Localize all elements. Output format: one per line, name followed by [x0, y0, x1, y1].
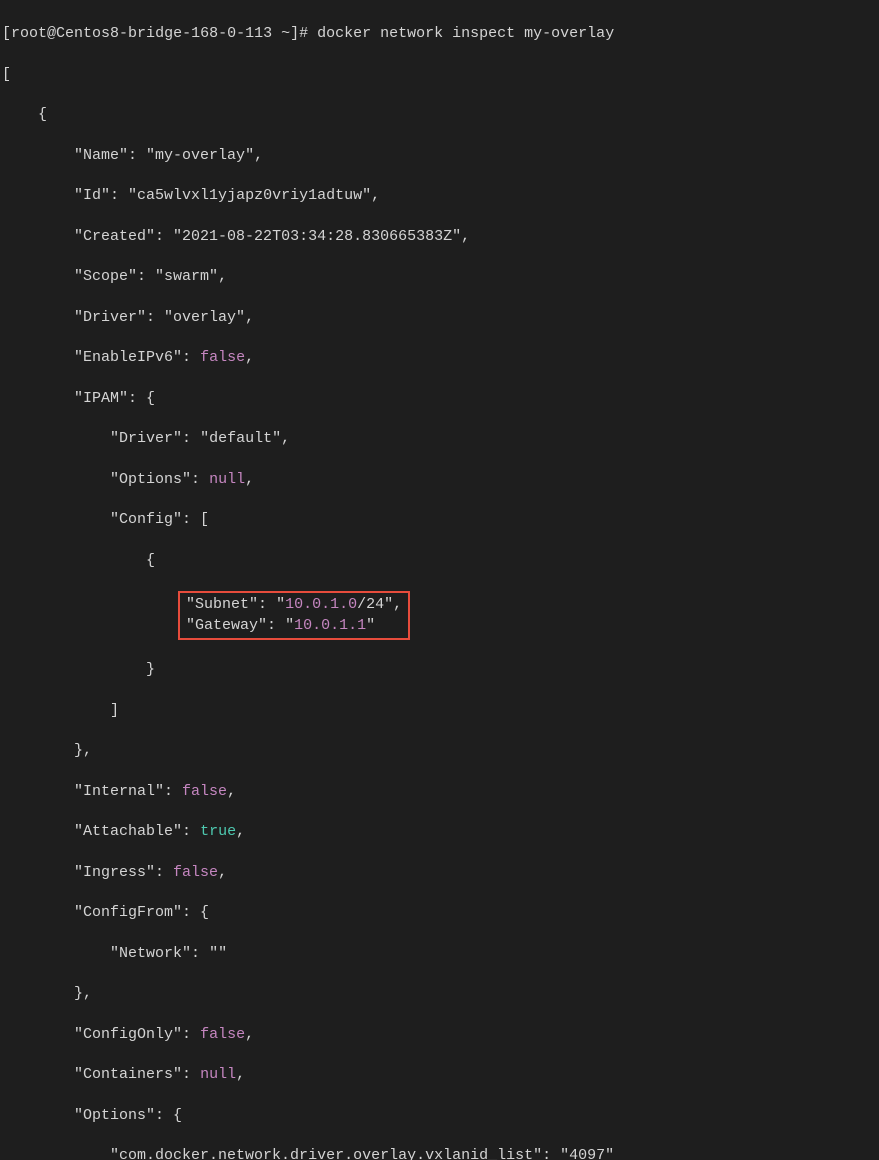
json-line: "Attachable": true,: [2, 822, 877, 842]
enableipv6-value: false: [200, 349, 245, 366]
subnet-key: "Subnet": [186, 596, 258, 613]
attachable-value: true: [200, 823, 236, 840]
json-line: "Scope": "swarm",: [2, 267, 877, 287]
ipam-options-value: null: [209, 471, 245, 488]
prompt-line: [root@Centos8-bridge-168-0-113 ~]# docke…: [2, 24, 877, 44]
scope-value: "swarm": [155, 268, 218, 285]
prompt-close-bracket: ]: [290, 25, 299, 42]
json-line: "IPAM": {: [2, 389, 877, 409]
json-line: ]: [2, 701, 877, 721]
json-line: "Options": null,: [2, 470, 877, 490]
json-line: "ConfigFrom": {: [2, 903, 877, 923]
containers-value: null: [200, 1066, 236, 1083]
gateway-key: "Gateway": [186, 617, 267, 634]
driver-value: "overlay": [164, 309, 245, 326]
json-line: "Driver": "overlay",: [2, 308, 877, 328]
json-line: },: [2, 984, 877, 1004]
json-line: },: [2, 741, 877, 761]
json-line: "ConfigOnly": false,: [2, 1025, 877, 1045]
containers-key: "Containers": [74, 1066, 182, 1083]
configfrom-key: "ConfigFrom": [74, 904, 182, 921]
id-key: "Id": [74, 187, 110, 204]
ipam-driver-value: "default": [200, 430, 281, 447]
json-line: "Containers": null,: [2, 1065, 877, 1085]
json-line: "Driver": "default",: [2, 429, 877, 449]
configonly-key: "ConfigOnly": [74, 1026, 182, 1043]
subnet-prefix: ": [276, 596, 285, 613]
prompt-symbol: #: [299, 25, 317, 42]
configfrom-network-value: "": [209, 945, 227, 962]
options-key: "Options": [74, 1107, 155, 1124]
attachable-key: "Attachable": [74, 823, 182, 840]
driver-key: "Driver": [74, 309, 146, 326]
gateway-prefix: ": [285, 617, 294, 634]
ipam-key: "IPAM": [74, 390, 128, 407]
ingress-value: false: [173, 864, 218, 881]
prompt-host: Centos8-bridge-168-0-113: [56, 25, 272, 42]
id-value: "ca5wlvxl1yjapz0vriy1adtuw": [128, 187, 371, 204]
configonly-value: false: [200, 1026, 245, 1043]
prompt-at: @: [47, 25, 56, 42]
prompt-open-bracket: [: [2, 25, 11, 42]
ingress-key: "Ingress": [74, 864, 155, 881]
ipam-config-key: "Config": [110, 511, 182, 528]
json-line: "Created": "2021-08-22T03:34:28.83066538…: [2, 227, 877, 247]
json-line: "Network": "": [2, 944, 877, 964]
enableipv6-key: "EnableIPv6": [74, 349, 182, 366]
json-line: "Options": {: [2, 1106, 877, 1126]
internal-key: "Internal": [74, 783, 164, 800]
configfrom-network-key: "Network": [110, 945, 191, 962]
internal-value: false: [182, 783, 227, 800]
json-line: {: [2, 105, 877, 125]
json-line: "Name": "my-overlay",: [2, 146, 877, 166]
json-line: "EnableIPv6": false,: [2, 348, 877, 368]
prompt-path: ~: [272, 25, 290, 42]
ipam-driver-key: "Driver": [110, 430, 182, 447]
vxlanid-value: "4097": [560, 1147, 614, 1160]
command-text: docker network inspect my-overlay: [317, 25, 614, 42]
json-line: [: [2, 65, 877, 85]
json-line: "Internal": false,: [2, 782, 877, 802]
prompt-user: root: [11, 25, 47, 42]
name-key: "Name": [74, 147, 128, 164]
name-value: "my-overlay": [146, 147, 254, 164]
created-key: "Created": [74, 228, 155, 245]
json-line: }: [2, 660, 877, 680]
subnet-gateway-highlight: "Subnet": "10.0.1.0/24", "Gateway": "10.…: [178, 591, 410, 640]
json-line: "com.docker.network.driver.overlay.vxlan…: [2, 1146, 877, 1160]
created-value: "2021-08-22T03:34:28.830665383Z": [173, 228, 461, 245]
json-line: "Config": [: [2, 510, 877, 530]
scope-key: "Scope": [74, 268, 137, 285]
subnet-cidr: /24": [357, 596, 393, 613]
ipam-options-key: "Options": [110, 471, 191, 488]
json-line: "Id": "ca5wlvxl1yjapz0vriy1adtuw",: [2, 186, 877, 206]
json-line: "Ingress": false,: [2, 863, 877, 883]
gateway-ip: 10.0.1.1: [294, 617, 366, 634]
json-line: {: [2, 551, 877, 571]
terminal-output: [root@Centos8-bridge-168-0-113 ~]# docke…: [0, 0, 879, 1160]
subnet-ip: 10.0.1.0: [285, 596, 357, 613]
json-object-open: {: [2, 106, 47, 123]
highlighted-subnet-line: "Subnet": "10.0.1.0/24", "Gateway": "10.…: [2, 591, 877, 640]
json-array-open: [: [2, 66, 11, 83]
gateway-suffix: ": [366, 617, 375, 634]
vxlanid-key: "com.docker.network.driver.overlay.vxlan…: [110, 1147, 542, 1160]
